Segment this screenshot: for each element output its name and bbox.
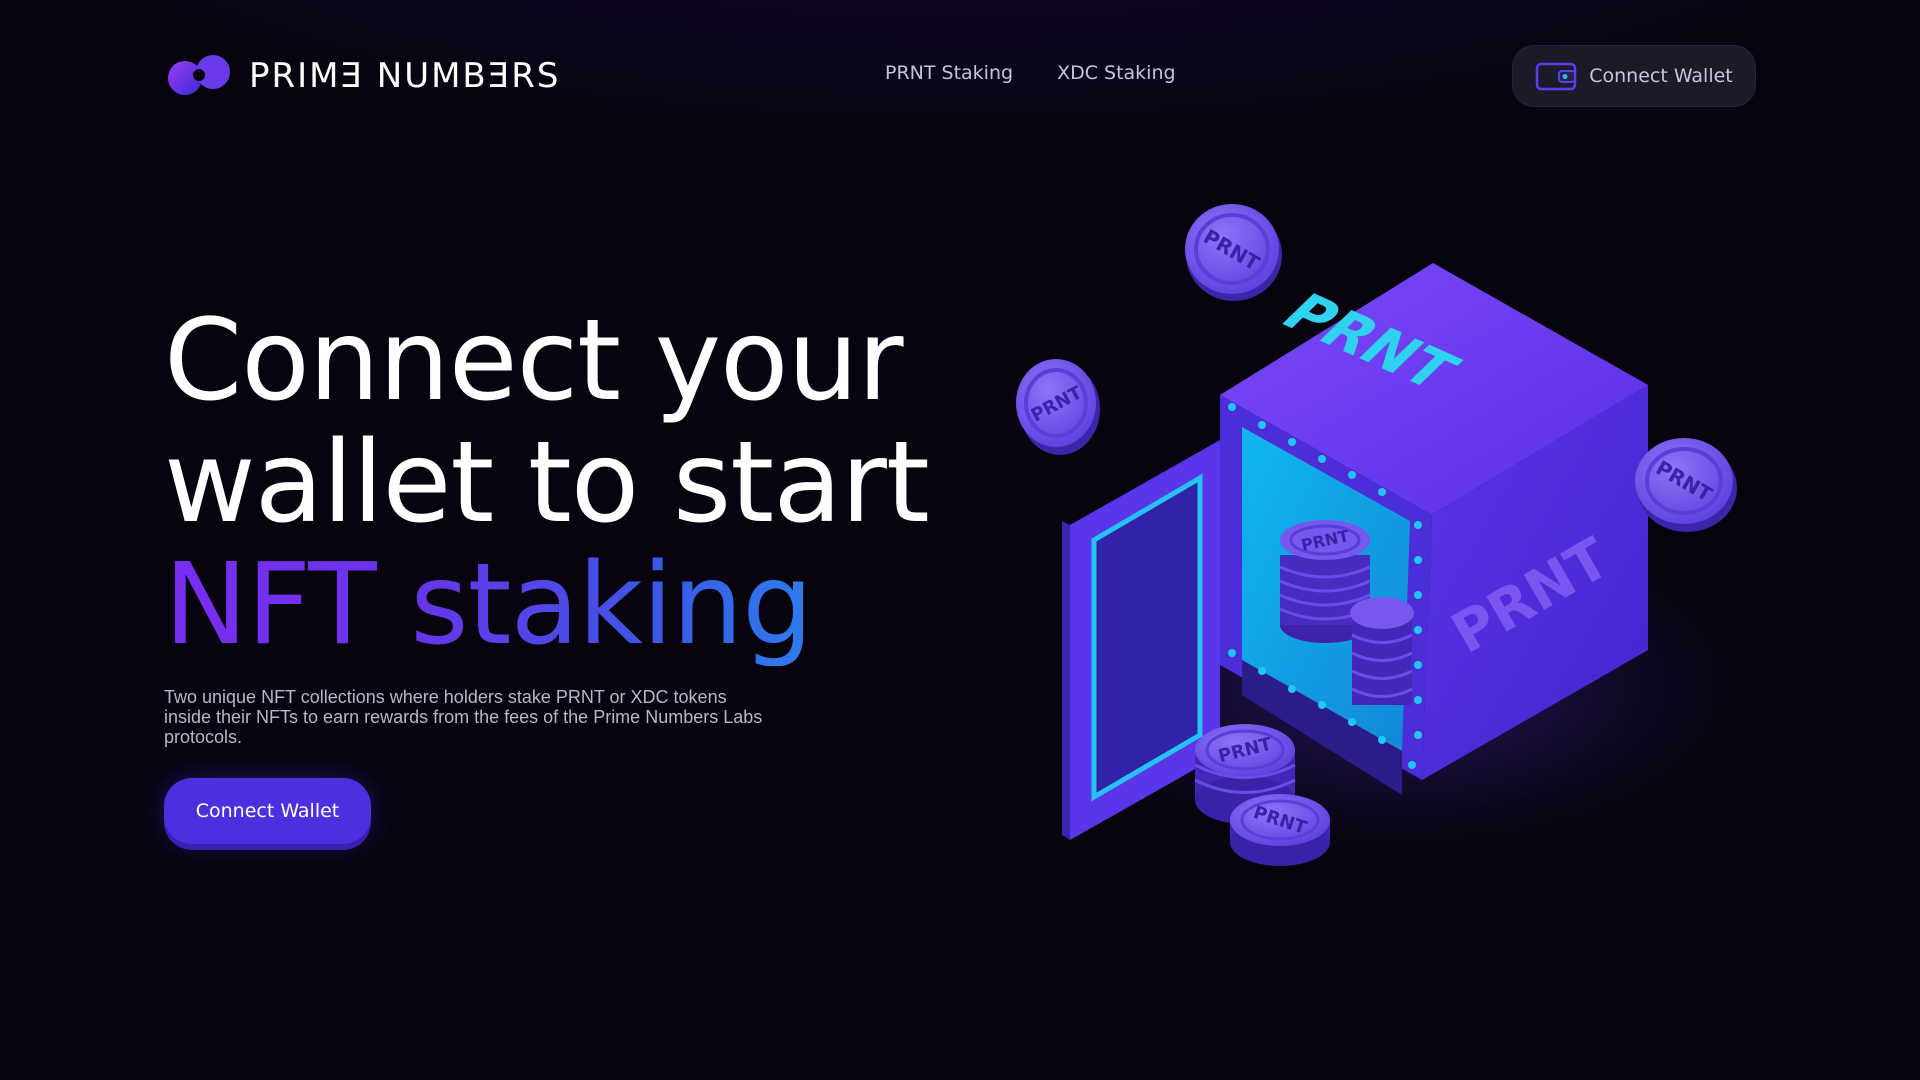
nav-prnt-staking[interactable]: PRNT Staking	[885, 62, 1013, 84]
hero-heading-line-1: Connect your	[164, 296, 904, 426]
floating-coin-left: PRNT	[1016, 359, 1100, 455]
hero-heading-line-2: wallet to start	[164, 418, 930, 548]
hero-connect-wallet-button[interactable]: Connect Wallet	[164, 778, 371, 844]
hero-description: Two unique NFT collections where holders…	[164, 687, 763, 747]
brand-name: PRIMƎ NUMBƎRS	[249, 56, 561, 96]
logo-icon	[168, 55, 230, 95]
floating-coin-top: PRNT	[1185, 204, 1282, 301]
floating-coin-right: PRNT	[1635, 438, 1737, 532]
wallet-icon	[1535, 62, 1577, 91]
nav-xdc-staking[interactable]: XDC Staking	[1057, 62, 1176, 84]
hero-section: Connect your wallet to start NFT staking	[164, 300, 984, 666]
hero-heading-accent: NFT staking	[164, 544, 984, 666]
header-connect-wallet-label: Connect Wallet	[1589, 65, 1733, 87]
hero-connect-wallet-label: Connect Wallet	[195, 800, 340, 822]
brand-logo[interactable]: PRIMƎ NUMBƎRS	[163, 50, 560, 102]
vault-illustration: PRNT PRNT PRNT PRNT PRNT PRNT PRNT PRNT	[1016, 204, 1737, 866]
main-nav: PRNT Staking XDC Staking	[885, 62, 1176, 84]
header-connect-wallet-button[interactable]: Connect Wallet	[1512, 45, 1756, 107]
top-navbar: PRIMƎ NUMBƎRS PRNT Staking XDC Staking C…	[0, 0, 1920, 150]
